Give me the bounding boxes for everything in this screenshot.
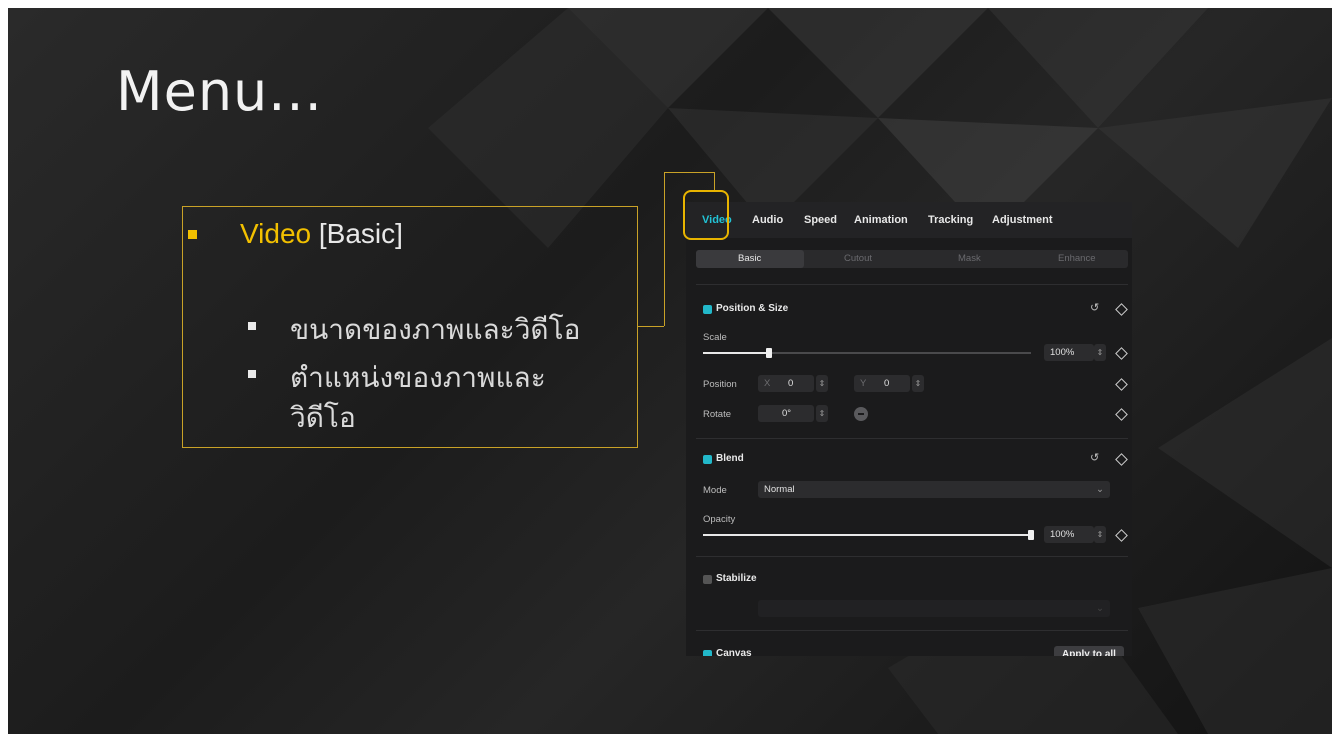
subtab-mask[interactable]: Mask (958, 253, 981, 264)
opacity-value: 100% (1050, 529, 1075, 540)
position-x-field[interactable]: X 0 (758, 375, 814, 392)
scale-stepper[interactable]: ⇕ (1094, 344, 1106, 361)
slide: Menu... (8, 8, 1332, 734)
stabilize-checkbox[interactable] (703, 575, 712, 584)
rotate-value: 0° (782, 408, 792, 419)
tab-adjustment[interactable]: Adjustment (992, 214, 1053, 226)
tab-animation[interactable]: Animation (854, 214, 908, 226)
connector-line (664, 172, 714, 173)
sub-bullet-text: ตำแหน่งของภาพและ (290, 361, 546, 394)
tab-tracking[interactable]: Tracking (928, 214, 973, 226)
y-value: 0 (884, 378, 890, 389)
reset-icon[interactable]: ↺ (1090, 301, 1099, 314)
divider (696, 284, 1128, 285)
connector-line (664, 172, 665, 326)
sub-bullet-1: ขนาดของภาพและวิดีโอ (248, 308, 581, 352)
bullet-main-basic: [Basic] (311, 218, 403, 249)
subtab-cutout[interactable]: Cutout (844, 253, 872, 264)
video-tab-highlight (683, 190, 729, 240)
divider (696, 630, 1128, 631)
chevron-down-icon: ⌄ (1096, 484, 1104, 495)
position-size-checkbox[interactable] (703, 305, 712, 314)
rotate-field[interactable]: 0° (758, 405, 814, 422)
position-y-field[interactable]: Y 0 (854, 375, 910, 392)
sub-bullet-2: ตำแหน่งของภาพและ (248, 356, 546, 400)
subtab-bar: Basic Cutout Mask Enhance (696, 250, 1128, 268)
x-value: 0 (788, 378, 794, 389)
canvas-checkbox[interactable] (703, 650, 712, 656)
slide-title: Menu... (116, 60, 323, 123)
connector-line (714, 172, 715, 190)
mode-value: Normal (764, 484, 795, 495)
y-stepper[interactable]: ⇕ (912, 375, 924, 392)
scale-value-field[interactable]: 100% (1044, 344, 1094, 361)
stabilize-select-disabled: ⌄ (758, 600, 1110, 617)
sub-bullet-text: ขนาดของภาพและวิดีโอ (290, 313, 581, 346)
x-label: X (764, 378, 771, 389)
keyframe-diamond-icon[interactable] (1115, 529, 1128, 542)
canvas-title: Canvas (716, 648, 752, 656)
connector-line (638, 326, 664, 327)
rotate-stepper[interactable]: ⇕ (816, 405, 828, 422)
blend-checkbox[interactable] (703, 455, 712, 464)
tab-audio[interactable]: Audio (752, 214, 783, 226)
x-stepper[interactable]: ⇕ (816, 375, 828, 392)
mode-select[interactable]: Normal ⌄ (758, 481, 1110, 498)
keyframe-diamond-icon[interactable] (1115, 347, 1128, 360)
blend-title: Blend (716, 453, 744, 464)
rotate-label: Rotate (703, 409, 731, 420)
sub-bullet-2-cont: วิดีโอ (290, 396, 356, 440)
opacity-slider-handle[interactable] (1028, 530, 1034, 540)
bullet-main-video: Video (240, 218, 312, 249)
keyframe-diamond-icon[interactable] (1115, 453, 1128, 466)
bullet-square (248, 370, 256, 378)
chevron-down-icon: ⌄ (1096, 603, 1104, 614)
keyframe-diamond-icon[interactable] (1115, 378, 1128, 391)
tab-speed[interactable]: Speed (804, 214, 837, 226)
opacity-slider-fill (703, 534, 1031, 536)
scale-slider-handle[interactable] (766, 348, 772, 358)
scale-label: Scale (703, 332, 727, 343)
mode-label: Mode (703, 485, 727, 496)
position-size-title: Position & Size (716, 303, 789, 314)
opacity-value-field[interactable]: 100% (1044, 526, 1094, 543)
subtab-basic[interactable]: Basic (738, 253, 761, 264)
opacity-stepper[interactable]: ⇕ (1094, 526, 1106, 543)
y-label: Y (860, 378, 867, 389)
stabilize-title: Stabilize (716, 573, 757, 584)
scale-slider-fill (703, 352, 769, 354)
properties-panel: Video Audio Speed Animation Tracking Adj… (686, 202, 1132, 656)
keyframe-diamond-icon[interactable] (1115, 303, 1128, 316)
rotate-dial-icon[interactable] (854, 407, 868, 421)
sub-bullet-text: วิดีโอ (290, 401, 356, 434)
opacity-label: Opacity (703, 514, 736, 525)
scale-value: 100% (1050, 347, 1075, 358)
reset-icon[interactable]: ↺ (1090, 451, 1099, 464)
apply-to-all-button[interactable]: Apply to all (1054, 646, 1124, 656)
divider (696, 438, 1128, 439)
subtab-enhance[interactable]: Enhance (1058, 253, 1096, 264)
position-label: Position (703, 379, 737, 390)
keyframe-diamond-icon[interactable] (1115, 408, 1128, 421)
bullet-square (188, 230, 197, 239)
divider (696, 556, 1128, 557)
bullet-square (248, 322, 256, 330)
tab-bar: Video Audio Speed Animation Tracking Adj… (686, 202, 1132, 238)
